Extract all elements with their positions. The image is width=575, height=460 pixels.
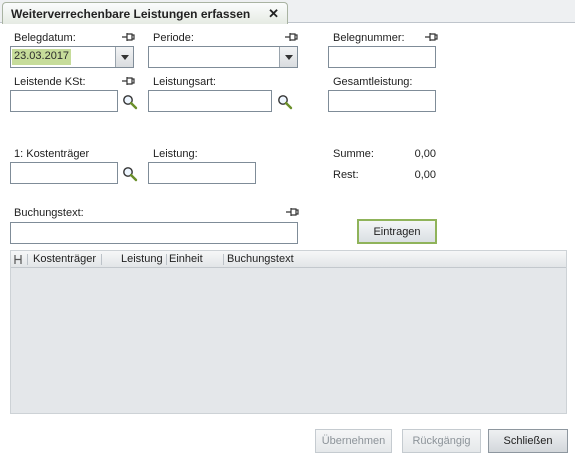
column-header-leistung[interactable]: Leistung [121, 253, 163, 265]
leistende-kst-label: Leistende KSt: [14, 76, 86, 88]
rueckgaengig-button[interactable]: Rückgängig [402, 429, 481, 453]
belegnummer-field[interactable] [328, 46, 436, 68]
rest-label: Rest: [333, 169, 359, 181]
column-separator [101, 254, 102, 265]
kostentraeger-field[interactable] [10, 162, 118, 184]
chevron-down-icon[interactable] [279, 47, 297, 67]
column-header-einheit[interactable]: Einheit [169, 253, 203, 265]
search-icon[interactable] [122, 94, 138, 110]
search-icon[interactable] [277, 94, 293, 110]
belegdatum-combo[interactable]: 23.03.2017 [10, 46, 134, 68]
kostentraeger-label: 1: Kostenträger [14, 148, 90, 160]
chevron-down-icon[interactable] [115, 47, 133, 67]
column-header-buchungstext[interactable]: Buchungstext [227, 253, 294, 265]
schliessen-button[interactable]: Schließen [488, 429, 568, 453]
pin-icon[interactable] [121, 76, 135, 86]
leistende-kst-field[interactable] [10, 90, 118, 112]
column-separator [27, 254, 28, 265]
pin-icon[interactable] [284, 32, 298, 42]
entries-grid[interactable]: Kostenträger Leistung Einheit Buchungste… [10, 250, 567, 414]
leistungsart-label: Leistungsart: [153, 76, 216, 88]
gesamtleistung-field[interactable] [328, 90, 436, 112]
periode-combo[interactable] [148, 46, 298, 68]
tab-title: Weiterverrechenbare Leistungen erfassen [11, 6, 251, 21]
buchungstext-field[interactable] [10, 222, 298, 244]
leistungsart-field[interactable] [148, 90, 272, 112]
pin-icon[interactable] [424, 32, 438, 42]
belegdatum-value: 23.03.2017 [12, 49, 72, 65]
tab-bar: Weiterverrechenbare Leistungen erfassen … [0, 0, 575, 24]
column-header-kostentraeger[interactable]: Kostenträger [33, 253, 96, 265]
column-separator [166, 254, 167, 265]
close-icon[interactable]: ✕ [268, 6, 279, 22]
gesamtleistung-label: Gesamtleistung: [333, 76, 413, 88]
leistung-label: Leistung: [153, 148, 198, 160]
periode-label: Periode: [153, 32, 194, 44]
column-separator [223, 254, 224, 265]
grid-header: Kostenträger Leistung Einheit Buchungste… [11, 251, 566, 268]
leistung-field[interactable] [148, 162, 256, 184]
tab-weiterverrechenbare-leistungen[interactable]: Weiterverrechenbare Leistungen erfassen … [2, 2, 288, 24]
summe-value: 0,00 [414, 148, 436, 160]
search-icon[interactable] [122, 166, 138, 182]
summe-label: Summe: [333, 148, 374, 160]
buchungstext-label: Buchungstext: [14, 207, 84, 219]
periode-value [150, 49, 154, 65]
column-chooser-icon[interactable] [13, 254, 23, 265]
pin-icon[interactable] [121, 32, 135, 42]
belegnummer-label: Belegnummer: [333, 32, 405, 44]
rest-value: 0,00 [414, 169, 436, 181]
eintragen-button[interactable]: Eintragen [357, 219, 437, 244]
belegdatum-label: Belegdatum: [14, 32, 76, 44]
uebernehmen-button[interactable]: Übernehmen [315, 429, 392, 453]
pin-icon[interactable] [285, 207, 299, 217]
